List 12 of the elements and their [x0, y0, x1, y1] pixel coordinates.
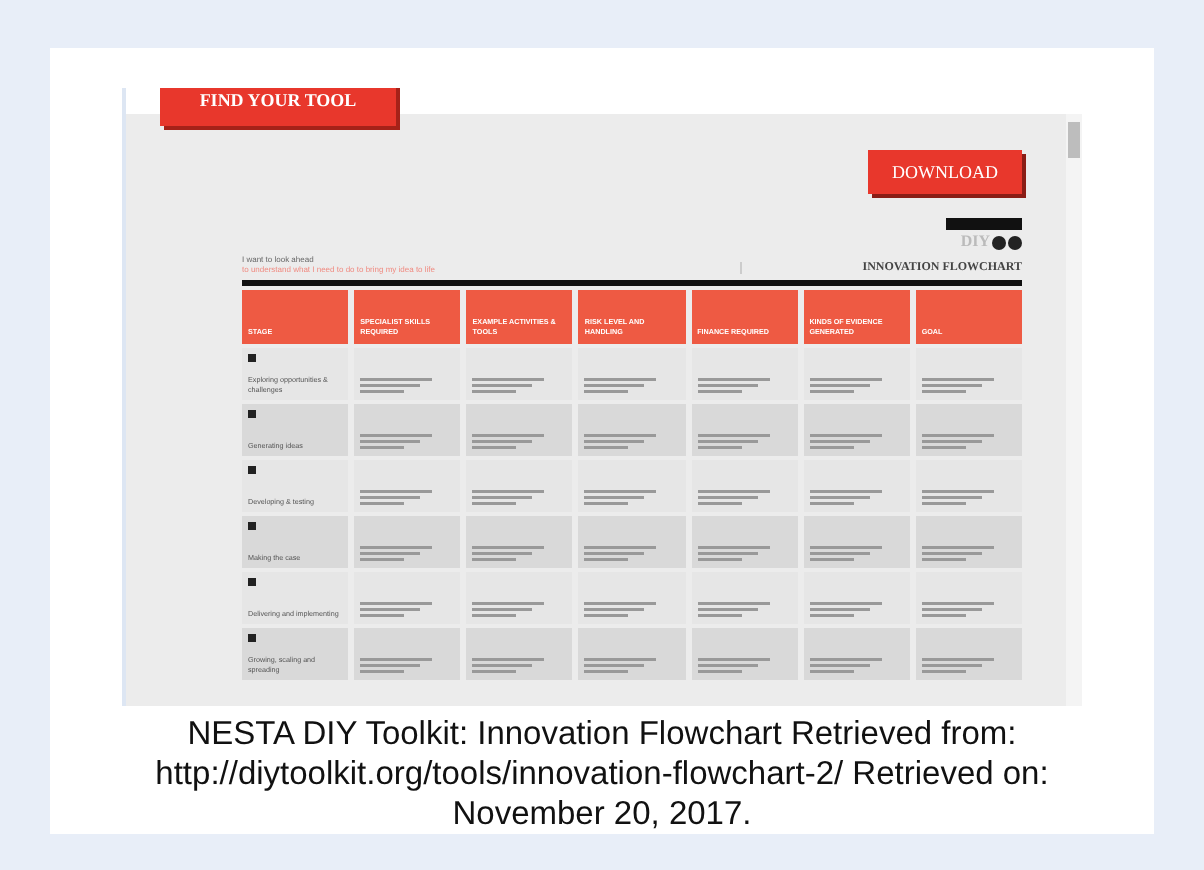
row-marker — [248, 354, 256, 362]
row-marker — [248, 410, 256, 418]
row-marker — [248, 466, 256, 474]
find-tool-tab[interactable]: FIND YOUR TOOL — [160, 88, 396, 126]
figure-caption: NESTA DIY Toolkit: Innovation Flowchart Retrieved from: http://diytoolkit.org/tools/innovation-flowchart-2/ Retrieved on: November 20, 2017. — [153, 714, 1051, 834]
logo-circles-icon — [992, 235, 1022, 249]
row-marker — [248, 578, 256, 586]
logo-bar — [946, 218, 1022, 230]
row-marker — [248, 634, 256, 642]
download-button[interactable]: DOWNLOAD — [868, 150, 1022, 194]
row-marker — [248, 522, 256, 530]
scrollbar[interactable] — [1066, 114, 1082, 706]
